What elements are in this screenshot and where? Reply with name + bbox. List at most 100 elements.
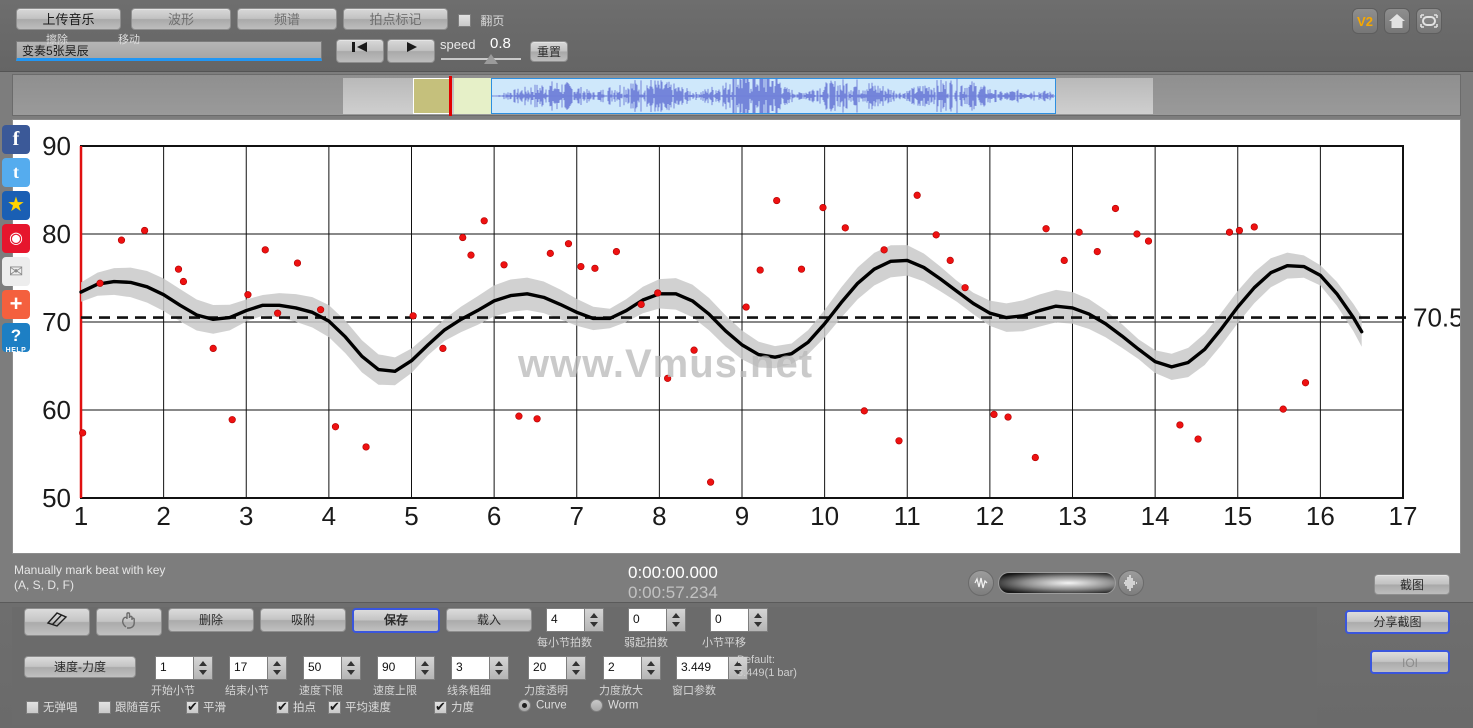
- page-flip-checkbox-group: 翻页: [458, 12, 504, 29]
- speed-slider-thumb[interactable]: [484, 54, 498, 64]
- svg-text:50: 50: [42, 483, 71, 513]
- erase-tool-button[interactable]: [24, 608, 90, 636]
- smooth-checkbox[interactable]: [186, 699, 199, 715]
- tempo-max-arrows[interactable]: [415, 656, 435, 680]
- weibo-icon[interactable]: ◉: [0, 222, 32, 255]
- tempo-min-input[interactable]: 50: [303, 656, 341, 680]
- tempo-curve-chart[interactable]: 50 60 70 80 90 1 2 3 4 5 6 7 8 9 10 11 12 13 14 15 16 17 70.5 …: [12, 119, 1461, 554]
- pickup-beats-input[interactable]: 0: [628, 608, 666, 632]
- no-accompaniment-checkbox-group: 无弹唱: [26, 699, 78, 715]
- waveform-overview-strip[interactable]: [12, 74, 1461, 116]
- waveform-playhead[interactable]: [449, 76, 452, 116]
- rewind-button[interactable]: [336, 39, 384, 63]
- start-bar-input[interactable]: 1: [155, 656, 193, 680]
- play-icon: [407, 42, 417, 52]
- waveform-button[interactable]: 波形: [131, 8, 231, 30]
- v2-badge[interactable]: V2: [1352, 8, 1378, 34]
- pickup-beats-arrows[interactable]: [666, 608, 686, 632]
- beat-mark-button[interactable]: 拍点标记: [343, 8, 448, 30]
- waveform-selection-light[interactable]: [454, 78, 491, 114]
- beats-per-bar-input[interactable]: 4: [546, 608, 584, 632]
- bar-shift-arrows[interactable]: [748, 608, 768, 632]
- no-accompaniment-checkbox[interactable]: [26, 701, 39, 715]
- dynamics-alpha-arrows[interactable]: [566, 656, 586, 680]
- beats-per-bar-arrows[interactable]: [584, 608, 604, 632]
- spectrum-button[interactable]: 频谱: [237, 8, 337, 30]
- dynamics-label: 力度: [451, 702, 474, 714]
- svg-text:12: 12: [975, 501, 1004, 531]
- fullscreen-icon[interactable]: [1416, 8, 1442, 34]
- dynamics-checkbox[interactable]: [434, 699, 447, 715]
- share-screenshot-button[interactable]: 分享截图: [1345, 610, 1450, 634]
- reset-button[interactable]: 重置: [530, 41, 568, 62]
- twitter-icon[interactable]: t: [0, 156, 32, 189]
- dynamics-alpha-input[interactable]: 20: [528, 656, 566, 680]
- end-bar-arrows[interactable]: [267, 656, 287, 680]
- tempo-max-input[interactable]: 90: [377, 656, 415, 680]
- page-flip-label: 翻页: [480, 14, 505, 28]
- smooth-label: 平滑: [203, 702, 226, 714]
- beat-checkbox[interactable]: [276, 699, 289, 715]
- play-button[interactable]: [387, 39, 435, 63]
- svg-text:70: 70: [42, 307, 71, 337]
- svg-text:70.5: 70.5: [1413, 303, 1460, 333]
- delete-button[interactable]: 删除: [168, 608, 254, 632]
- svg-text:3: 3: [239, 501, 253, 531]
- tempo-chart-svg: 50607080901 2 3 4 5 6 7 8 9 10 11 12 13 14 15 16 1770.5: [42, 131, 1460, 531]
- bar-shift-input[interactable]: 0: [710, 608, 748, 632]
- skip-to-start-icon: [352, 42, 367, 52]
- home-icon[interactable]: [1384, 8, 1410, 34]
- svg-text:14: 14: [1141, 501, 1170, 531]
- tempo-min-arrows[interactable]: [341, 656, 361, 680]
- eraser-icon: [46, 612, 68, 627]
- worm-radio[interactable]: [590, 699, 603, 712]
- follow-music-checkbox[interactable]: [98, 701, 111, 715]
- svg-text:7: 7: [570, 501, 584, 531]
- move-tool-label: 移动: [118, 34, 140, 46]
- tempo-max-label: 速度上限: [373, 685, 417, 697]
- default-note-line2: 3.449(1 bar): [737, 667, 797, 679]
- high-volume-glyph: [1124, 575, 1137, 591]
- help-icon[interactable]: ? HELP: [0, 321, 32, 354]
- window-param-input[interactable]: 3.449: [676, 656, 728, 680]
- page-flip-checkbox[interactable]: [458, 14, 471, 27]
- email-icon[interactable]: ✉: [0, 255, 32, 288]
- svg-text:11: 11: [894, 501, 921, 531]
- bar-shift-label: 小节平移: [702, 637, 746, 649]
- speed-slider-track[interactable]: [441, 58, 521, 60]
- svg-text:10: 10: [810, 501, 839, 531]
- load-button[interactable]: 载入: [446, 608, 532, 632]
- screenshot-button[interactable]: 截图: [1374, 574, 1450, 595]
- beat-checkbox-group: 拍点: [276, 699, 316, 715]
- top-toolbar: 上传音乐 波形 频谱 拍点标记 翻页 变奏5张昊辰 speed 0.8 重置 V…: [0, 0, 1473, 72]
- save-button[interactable]: 保存: [352, 608, 440, 633]
- dynamics-scale-input[interactable]: 2: [603, 656, 641, 680]
- hint-line-2: (A, S, D, F): [14, 578, 74, 592]
- snap-button[interactable]: 吸附: [260, 608, 346, 632]
- svg-text:8: 8: [652, 501, 666, 531]
- facebook-icon[interactable]: f: [0, 123, 32, 156]
- volume-control: [968, 570, 1144, 596]
- curve-radio[interactable]: [518, 699, 531, 712]
- home-icon-glyph: [1389, 14, 1405, 28]
- waveform-selection-dark[interactable]: [413, 78, 451, 114]
- add-share-icon[interactable]: +: [0, 288, 32, 321]
- average-tempo-checkbox-group: 平均速度: [328, 699, 391, 715]
- low-volume-waveform-icon[interactable]: [968, 570, 994, 596]
- speed-label: speed: [440, 37, 476, 52]
- high-volume-waveform-icon[interactable]: [1118, 570, 1144, 596]
- waveform-region[interactable]: [491, 78, 1056, 114]
- move-tool-button[interactable]: [96, 608, 162, 636]
- upload-music-button[interactable]: 上传音乐: [16, 8, 121, 30]
- line-width-arrows[interactable]: [489, 656, 509, 680]
- ioi-button[interactable]: IOI: [1370, 650, 1450, 674]
- start-bar-arrows[interactable]: [193, 656, 213, 680]
- volume-slider[interactable]: [998, 572, 1116, 594]
- dynamics-scale-arrows[interactable]: [641, 656, 661, 680]
- line-width-input[interactable]: 3: [451, 656, 489, 680]
- qzone-icon[interactable]: ★: [0, 189, 32, 222]
- follow-music-label: 跟随音乐: [115, 702, 161, 714]
- tempo-dynamics-button[interactable]: 速度-力度: [24, 656, 136, 678]
- end-bar-input[interactable]: 17: [229, 656, 267, 680]
- average-tempo-checkbox[interactable]: [328, 699, 341, 715]
